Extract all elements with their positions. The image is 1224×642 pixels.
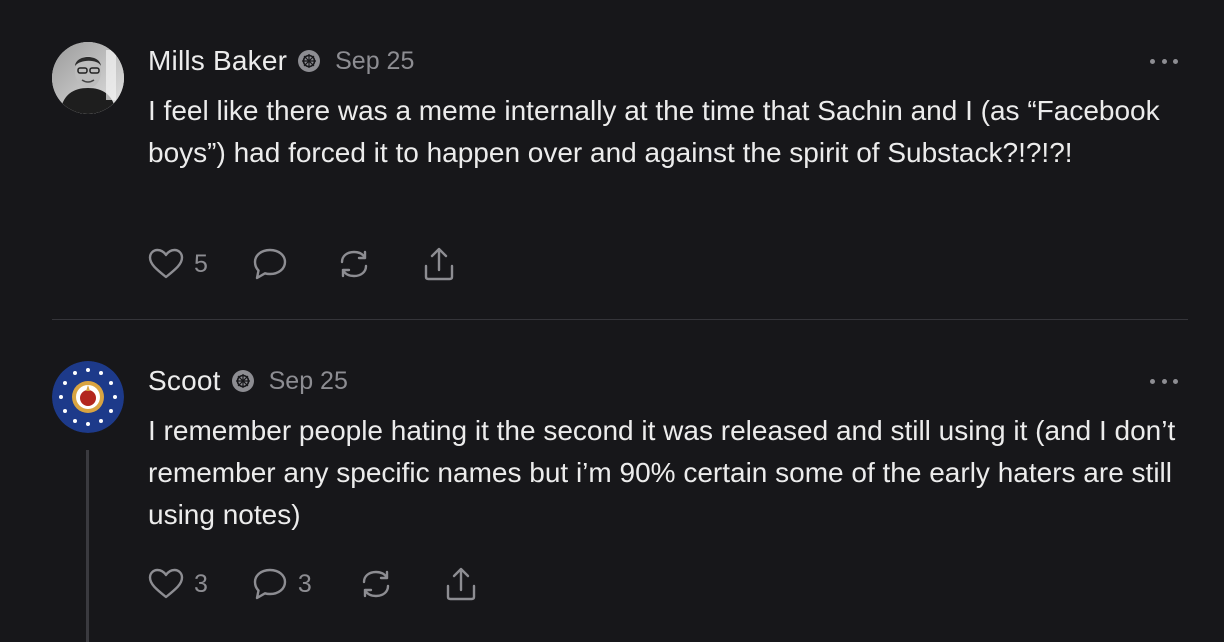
comment-header: Mills Baker Sep 25 xyxy=(148,43,414,79)
like-button[interactable]: 3 xyxy=(148,568,208,600)
reply-button[interactable]: 3 xyxy=(252,567,312,601)
share-icon xyxy=(422,246,456,282)
comment-date[interactable]: Sep 25 xyxy=(269,367,348,396)
restack-button[interactable] xyxy=(336,247,372,281)
author-name[interactable]: Scoot xyxy=(148,365,221,397)
like-button[interactable]: 5 xyxy=(148,248,208,280)
thread-line xyxy=(86,450,89,642)
author-name[interactable]: Mills Baker xyxy=(148,45,287,77)
comment-actions: 5 xyxy=(148,244,456,284)
avatar[interactable] xyxy=(52,42,124,114)
like-count: 3 xyxy=(194,569,208,598)
share-icon xyxy=(444,566,478,602)
restack-icon xyxy=(336,247,372,281)
restack-icon xyxy=(358,567,394,601)
comment-actions: 3 3 xyxy=(148,564,478,604)
heart-icon xyxy=(148,248,184,280)
avatar[interactable] xyxy=(52,361,124,433)
reply-button[interactable] xyxy=(252,247,288,281)
verified-badge-icon xyxy=(297,49,321,73)
comment-body: I remember people hating it the second i… xyxy=(148,415,1176,530)
restack-button[interactable] xyxy=(358,567,394,601)
avatar-photo xyxy=(52,42,124,114)
reply-count: 3 xyxy=(297,569,312,598)
comment-body: I feel like there was a meme internally … xyxy=(148,95,1160,168)
comment-date[interactable]: Sep 25 xyxy=(335,47,414,76)
heart-icon xyxy=(148,568,184,600)
comment-header: Scoot Sep 25 xyxy=(148,363,348,399)
comment-icon xyxy=(252,247,288,281)
comment-divider xyxy=(52,319,1188,320)
like-count: 5 xyxy=(194,249,208,278)
avatar-emblem xyxy=(52,361,124,433)
share-button[interactable] xyxy=(444,566,478,602)
more-options-icon[interactable] xyxy=(1150,56,1178,66)
share-button[interactable] xyxy=(422,246,456,282)
comment-icon xyxy=(252,567,288,601)
verified-badge-icon xyxy=(231,369,255,393)
more-options-icon[interactable] xyxy=(1150,376,1178,386)
